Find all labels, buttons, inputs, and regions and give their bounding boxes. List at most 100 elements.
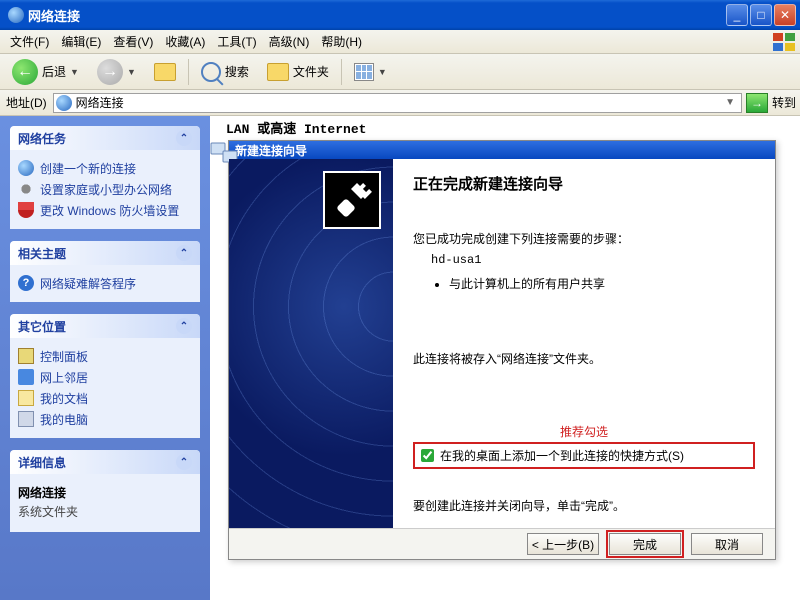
wizard-button-bar: < 上一步(B) 完成 取消 [229, 528, 775, 559]
window-title: 网络连接 [28, 6, 726, 25]
menu-advanced[interactable]: 高级(N) [263, 31, 316, 52]
search-button[interactable]: 搜索 [195, 58, 255, 86]
net-icon [18, 160, 34, 176]
collapse-icon[interactable]: ⌃ [176, 245, 192, 261]
panel-head[interactable]: 网络任务 ⌃ [10, 126, 200, 150]
collapse-icon[interactable]: ⌃ [176, 318, 192, 334]
panel-title: 其它位置 [18, 318, 66, 335]
shortcut-checkbox-row[interactable]: 在我的桌面上添加一个到此连接的快捷方式(S) [413, 442, 755, 469]
wizard-heading: 正在完成新建连接向导 [413, 173, 755, 194]
item-label: 创建一个新的连接 [40, 160, 136, 177]
shortcut-label: 在我的桌面上添加一个到此连接的快捷方式(S) [440, 447, 684, 464]
connection-name: hd-usa1 [431, 253, 755, 267]
content-area: LAN 或高速 Internet 新建连接向导 正在完成新建连接向导 您已成功完… [210, 116, 800, 600]
link-my-computer[interactable]: 我的电脑 [18, 409, 192, 430]
side-panel: 网络任务 ⌃ 创建一个新的连接 设置家庭或小型办公网络 更改 Windows 防… [0, 116, 210, 600]
task-new-connection[interactable]: 创建一个新的连接 [18, 158, 192, 179]
task-firewall[interactable]: 更改 Windows 防火墙设置 [18, 200, 192, 221]
go-button[interactable]: → [746, 93, 768, 113]
menu-tools[interactable]: 工具(T) [211, 31, 262, 52]
views-button[interactable]: ▼ [348, 59, 393, 85]
panel-see-also: 相关主题 ⌃ ? 网络疑难解答程序 [10, 241, 200, 302]
task-setup-network[interactable]: 设置家庭或小型办公网络 [18, 179, 192, 200]
wizard-title: 新建连接向导 [235, 142, 307, 159]
details-name: 网络连接 [18, 482, 192, 503]
link-control-panel[interactable]: 控制面板 [18, 346, 192, 367]
forward-arrow-icon: → [97, 59, 123, 85]
folders-label: 文件夹 [293, 63, 329, 80]
item-label: 控制面板 [40, 348, 88, 365]
menu-help[interactable]: 帮助(H) [315, 31, 368, 52]
menu-bar: 文件(F) 编辑(E) 查看(V) 收藏(A) 工具(T) 高级(N) 帮助(H… [0, 30, 800, 54]
up-folder-icon [154, 63, 176, 81]
details-type: 系统文件夹 [18, 503, 192, 524]
link-troubleshooter[interactable]: ? 网络疑难解答程序 [18, 273, 192, 294]
cancel-button[interactable]: 取消 [691, 533, 763, 555]
views-dropdown-icon[interactable]: ▼ [378, 67, 387, 77]
wizard-hero [229, 159, 393, 528]
item-label: 网上邻居 [40, 369, 88, 386]
address-label: 地址(D) [4, 94, 49, 111]
views-icon [354, 63, 374, 81]
minimize-button[interactable]: _ [726, 4, 748, 26]
wizard-dialog: 新建连接向导 正在完成新建连接向导 您已成功完成创建下列连接需要的步骤： hd-… [228, 140, 776, 560]
maximize-button[interactable]: □ [750, 4, 772, 26]
item-label: 设置家庭或小型办公网络 [40, 181, 172, 198]
wizard-titlebar: 新建连接向导 [229, 141, 775, 159]
wizard-bullet: 与此计算机上的所有用户共享 [449, 275, 755, 292]
plug-icon [323, 171, 381, 229]
link-network-places[interactable]: 网上邻居 [18, 367, 192, 388]
forward-button[interactable]: → ▼ [91, 55, 142, 89]
back-label: 后退 [42, 63, 66, 80]
up-button[interactable] [148, 59, 182, 85]
computer-icon [18, 411, 34, 427]
shield-icon [18, 202, 34, 218]
folders-button[interactable]: 文件夹 [261, 59, 335, 85]
wizard-content: 正在完成新建连接向导 您已成功完成创建下列连接需要的步骤： hd-usa1 与此… [393, 159, 775, 528]
menu-favorites[interactable]: 收藏(A) [159, 31, 211, 52]
address-value: 网络连接 [76, 94, 124, 111]
toolbar-separator [341, 59, 342, 85]
back-dropdown-icon[interactable]: ▼ [70, 67, 79, 77]
window-titlebar: 网络连接 _ □ ✕ [0, 0, 800, 30]
windows-logo-icon [772, 32, 796, 52]
finish-button[interactable]: 完成 [609, 533, 681, 555]
panel-title: 详细信息 [18, 454, 66, 471]
section-label: LAN 或高速 Internet [226, 118, 366, 137]
panel-head[interactable]: 其它位置 ⌃ [10, 314, 200, 338]
panel-other-places: 其它位置 ⌃ 控制面板 网上邻居 我的文档 我的电脑 [10, 314, 200, 438]
item-label: 我的文档 [40, 390, 88, 407]
menu-file[interactable]: 文件(F) [4, 31, 55, 52]
help-icon: ? [18, 275, 34, 291]
address-input[interactable]: 网络连接 ▼ [53, 93, 742, 113]
link-my-documents[interactable]: 我的文档 [18, 388, 192, 409]
close-button[interactable]: ✕ [774, 4, 796, 26]
wizard-line3: 要创建此连接并关闭向导，单击“完成”。 [413, 497, 755, 514]
go-label: 转到 [772, 94, 796, 111]
panel-network-tasks: 网络任务 ⌃ 创建一个新的连接 设置家庭或小型办公网络 更改 Windows 防… [10, 126, 200, 229]
gears-icon [18, 181, 34, 197]
menu-edit[interactable]: 编辑(E) [55, 31, 107, 52]
menu-view[interactable]: 查看(V) [107, 31, 159, 52]
address-dropdown-icon[interactable]: ▼ [721, 97, 739, 108]
collapse-icon[interactable]: ⌃ [176, 454, 192, 470]
search-label: 搜索 [225, 63, 249, 80]
shortcut-checkbox[interactable] [421, 449, 434, 462]
wizard-line2: 此连接将被存入“网络连接”文件夹。 [413, 350, 755, 367]
wizard-line1: 您已成功完成创建下列连接需要的步骤： [413, 230, 755, 247]
collapse-icon[interactable]: ⌃ [176, 130, 192, 146]
item-label: 我的电脑 [40, 411, 88, 428]
panel-head[interactable]: 相关主题 ⌃ [10, 241, 200, 265]
item-label: 网络疑难解答程序 [40, 275, 136, 292]
forward-dropdown-icon[interactable]: ▼ [127, 67, 136, 77]
address-bar: 地址(D) 网络连接 ▼ → 转到 [0, 90, 800, 116]
address-icon [56, 95, 72, 111]
panel-title: 相关主题 [18, 245, 66, 262]
back-button[interactable]: ← 后退 ▼ [6, 55, 85, 89]
panel-head[interactable]: 详细信息 ⌃ [10, 450, 200, 474]
app-icon [8, 7, 24, 23]
documents-icon [18, 390, 34, 406]
back-button[interactable]: < 上一步(B) [527, 533, 599, 555]
toolbar-separator [188, 59, 189, 85]
network-places-icon [18, 369, 34, 385]
